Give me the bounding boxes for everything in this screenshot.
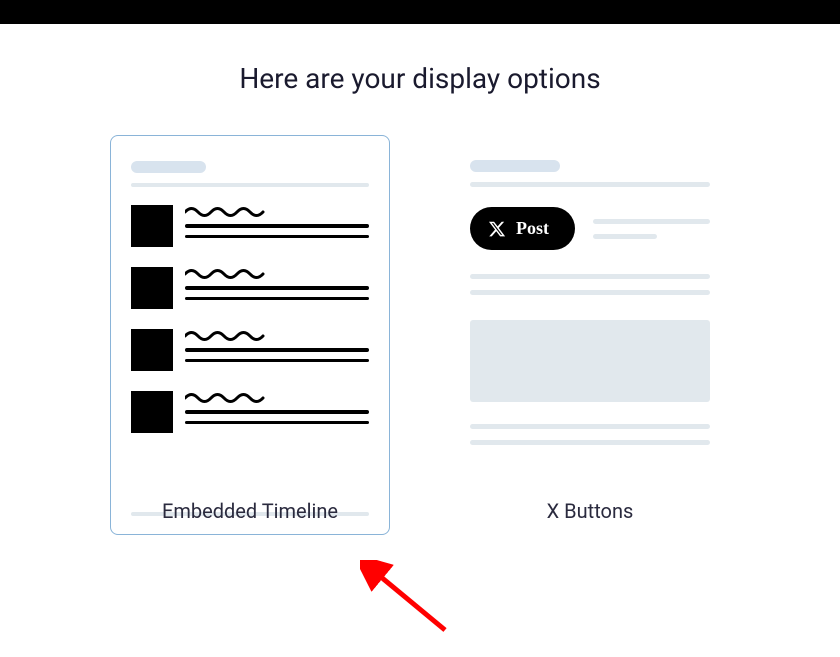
side-lines	[593, 219, 710, 239]
squiggle-icon	[185, 331, 265, 341]
placeholder-line	[131, 183, 369, 187]
post-button-label: Post	[516, 218, 549, 239]
x-logo-icon	[488, 220, 506, 238]
annotation-arrow-icon	[360, 560, 460, 640]
timeline-item	[131, 267, 369, 309]
buttons-preview: Post	[450, 135, 730, 535]
timeline-item-content	[185, 391, 369, 433]
text-line	[185, 235, 369, 239]
placeholder-line	[593, 234, 657, 239]
text-line	[185, 286, 369, 290]
text-line	[185, 421, 369, 425]
option-x-buttons[interactable]: Post X Buttons	[450, 135, 730, 523]
top-bar	[0, 0, 840, 24]
timeline-item	[131, 329, 369, 371]
text-line	[185, 348, 369, 352]
avatar-placeholder	[131, 267, 173, 309]
post-button-preview: Post	[470, 207, 575, 250]
avatar-placeholder	[131, 205, 173, 247]
text-line	[185, 410, 369, 414]
placeholder-line	[470, 182, 710, 187]
timeline-item	[131, 205, 369, 247]
option-embedded-timeline[interactable]: Embedded Timeline	[110, 135, 390, 523]
avatar-placeholder	[131, 329, 173, 371]
timeline-item-content	[185, 205, 369, 247]
text-line	[185, 359, 369, 363]
squiggle-icon	[185, 393, 265, 403]
text-line	[185, 297, 369, 301]
avatar-placeholder	[131, 391, 173, 433]
placeholder-bar	[131, 161, 206, 173]
timeline-item-content	[185, 329, 369, 371]
option-label-buttons: X Buttons	[547, 499, 634, 523]
squiggle-icon	[185, 269, 265, 279]
placeholder-line	[470, 424, 710, 429]
placeholder-line	[470, 274, 710, 279]
display-options-container: Embedded Timeline Post	[0, 135, 840, 523]
squiggle-icon	[185, 207, 265, 217]
timeline-preview	[110, 135, 390, 535]
placeholder-line	[593, 219, 710, 224]
placeholder-bar	[470, 160, 560, 172]
timeline-item	[131, 391, 369, 433]
placeholder-line	[470, 290, 710, 295]
post-button-row: Post	[470, 207, 710, 250]
placeholder-line	[470, 440, 710, 445]
text-line	[185, 224, 369, 228]
page-heading: Here are your display options	[0, 62, 840, 95]
option-label-timeline: Embedded Timeline	[162, 499, 338, 523]
image-placeholder	[470, 320, 710, 402]
timeline-item-content	[185, 267, 369, 309]
